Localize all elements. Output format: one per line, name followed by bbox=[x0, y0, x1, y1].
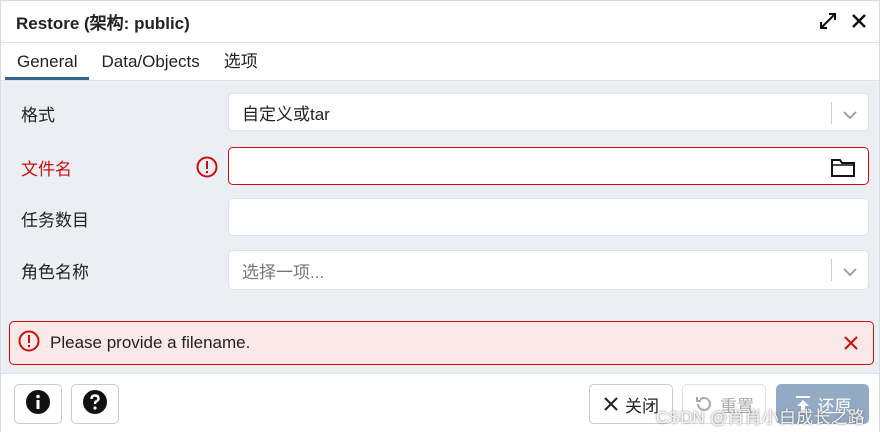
format-row: 格式 自定义或tar bbox=[1, 93, 879, 131]
title-actions bbox=[819, 12, 867, 30]
jobs-label: 任务数目 bbox=[21, 211, 89, 230]
close-button[interactable]: 关闭 bbox=[589, 384, 673, 424]
close-icon[interactable] bbox=[851, 13, 867, 29]
tab-general[interactable]: General bbox=[5, 42, 90, 80]
dialog-body: 格式 自定义或tar 文件名 任务数目 角色名称 选择一项... Please … bbox=[1, 81, 879, 373]
error-icon bbox=[196, 156, 218, 183]
dialog-title: Restore (架构: public) bbox=[16, 14, 190, 33]
jobs-input[interactable] bbox=[228, 198, 869, 236]
filename-row: 文件名 bbox=[1, 147, 879, 185]
reset-icon bbox=[694, 394, 714, 414]
format-select[interactable]: 自定义或tar bbox=[228, 93, 869, 131]
close-button-label: 关闭 bbox=[625, 396, 659, 416]
reset-button-label: 重置 bbox=[720, 396, 754, 416]
restore-button[interactable]: 还原 bbox=[776, 384, 869, 424]
format-value: 自定义或tar bbox=[242, 104, 330, 124]
role-placeholder: 选择一项... bbox=[242, 262, 325, 282]
tab-bar: General Data/Objects 选项 bbox=[1, 43, 879, 81]
help-icon bbox=[82, 389, 108, 420]
info-icon bbox=[25, 389, 51, 420]
maximize-icon[interactable] bbox=[819, 12, 837, 30]
dialog-titlebar[interactable]: Restore (架构: public) bbox=[1, 1, 879, 43]
select-divider bbox=[831, 102, 832, 124]
alert-error-icon bbox=[18, 330, 40, 357]
reset-button[interactable]: 重置 bbox=[682, 384, 766, 424]
role-select[interactable]: 选择一项... bbox=[228, 250, 869, 290]
filename-label: 文件名 bbox=[21, 160, 72, 179]
role-row: 角色名称 选择一项... bbox=[1, 250, 879, 290]
role-label: 角色名称 bbox=[21, 263, 89, 282]
help-button[interactable] bbox=[71, 384, 119, 424]
tab-options[interactable]: 选项 bbox=[212, 42, 270, 80]
chevron-down-icon[interactable] bbox=[842, 263, 858, 283]
dialog-footer: 关闭 重置 还原 bbox=[1, 373, 879, 432]
format-label: 格式 bbox=[21, 106, 55, 125]
chevron-down-icon[interactable] bbox=[842, 106, 858, 126]
alert-close-icon[interactable] bbox=[843, 335, 859, 356]
alert-message: Please provide a filename. bbox=[50, 333, 251, 352]
info-button[interactable] bbox=[14, 384, 62, 424]
tab-data-objects[interactable]: Data/Objects bbox=[89, 42, 211, 80]
filename-input[interactable] bbox=[228, 147, 869, 185]
error-alert: Please provide a filename. bbox=[9, 321, 874, 365]
restore-dialog: Restore (架构: public) General Data/Object… bbox=[0, 0, 880, 432]
upload-icon bbox=[794, 394, 812, 414]
restore-button-label: 还原 bbox=[817, 396, 852, 416]
jobs-row: 任务数目 bbox=[1, 198, 879, 236]
close-x-icon bbox=[603, 396, 619, 412]
select-divider bbox=[831, 259, 832, 281]
folder-icon[interactable] bbox=[830, 156, 856, 183]
